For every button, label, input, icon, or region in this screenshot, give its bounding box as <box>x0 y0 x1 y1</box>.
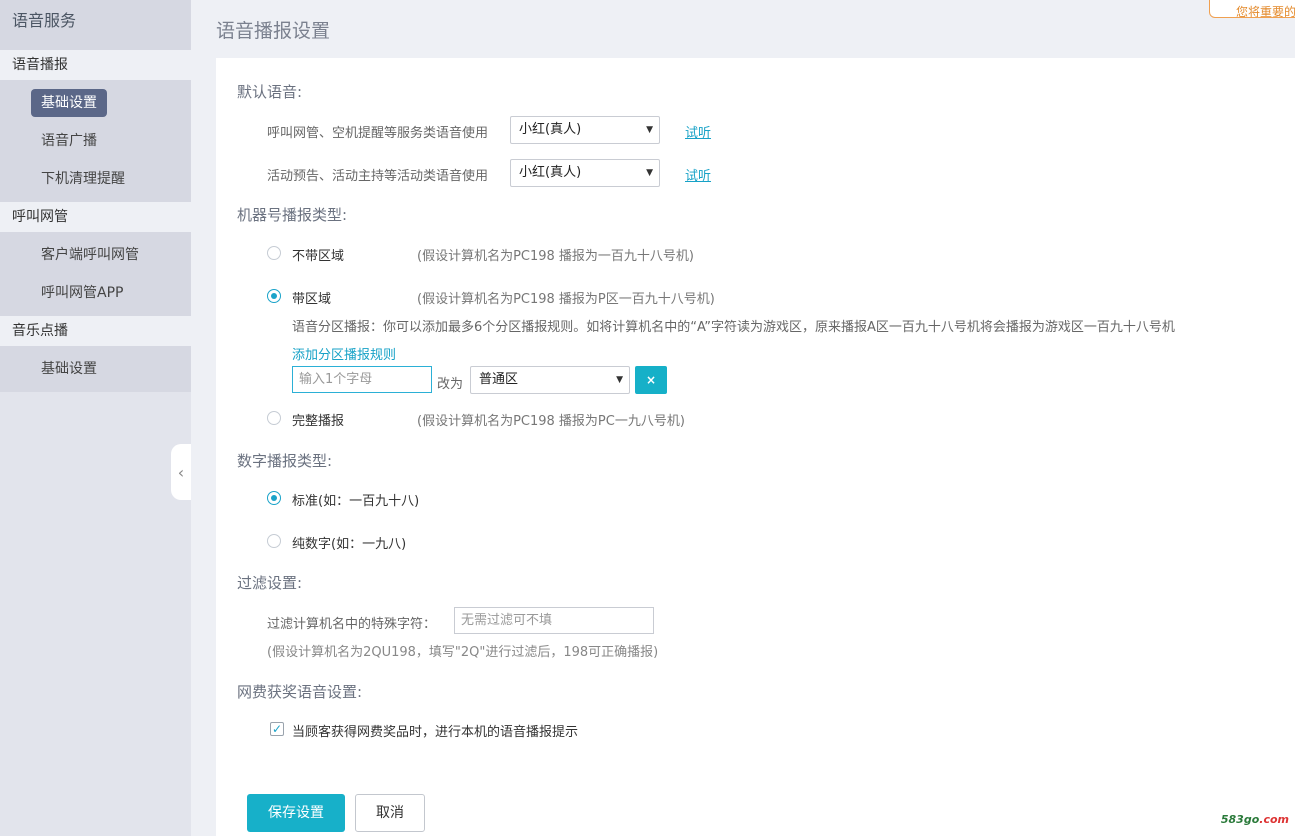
dropdown-arrow-icon: ▼ <box>646 125 653 135</box>
filter-hint: (假设计算机名为2QU198，填写"2Q"进行过滤后，198可正确播报) <box>267 645 659 660</box>
filter-label: 过滤计算机名中的特殊字符： <box>267 617 437 632</box>
sidebar-title: 语音服务 <box>0 0 191 50</box>
section-heading-default-voice: 默认语音: <box>237 83 303 101</box>
checkmark-icon: ✓ <box>271 722 283 736</box>
sidebar-group-music-on-demand[interactable]: 音乐点播 <box>0 316 191 346</box>
watermark-suffix: .com <box>1259 813 1289 826</box>
sidebar-group-call-admin[interactable]: 呼叫网管 <box>0 202 191 232</box>
zone-name-select[interactable]: 普通区 ▼ <box>470 366 630 394</box>
with-zone-note: (假设计算机名为PC198 播报为P区一百九十八号机) <box>417 292 715 307</box>
sidebar-item-voice-broadcast[interactable]: 语音广播 <box>0 122 191 160</box>
service-voice-value: 小红(真人) <box>519 122 582 137</box>
filter-placeholder: 无需过滤可不填 <box>461 613 553 628</box>
section-heading-number-type: 数字播报类型: <box>237 452 333 470</box>
cancel-button[interactable]: 取消 <box>355 794 425 832</box>
zone-name-value: 普通区 <box>479 372 519 387</box>
sidebar-item-logout-cleanup-reminder[interactable]: 下机清理提醒 <box>0 160 191 198</box>
notification-text: 您将重要的 <box>1236 5 1295 18</box>
add-zone-rule-link[interactable]: 添加分区播报规则 <box>292 344 396 363</box>
pure-digit-label[interactable]: 纯数字(如：一九八) <box>292 533 406 552</box>
sidebar-item-basic-settings[interactable]: 基础设置 <box>0 84 191 122</box>
sidebar-item-client-call-admin[interactable]: 客户端呼叫网管 <box>0 236 191 274</box>
full-broadcast-label[interactable]: 完整播报 <box>292 410 344 429</box>
page-title: 语音播报设置 <box>216 20 331 42</box>
no-zone-label[interactable]: 不带区域 <box>292 245 344 264</box>
delete-rule-button[interactable]: × <box>635 366 667 394</box>
radio-no-zone[interactable] <box>267 246 281 260</box>
activity-voice-value: 小红(真人) <box>519 165 582 180</box>
radio-standard-number[interactable] <box>267 491 281 505</box>
sidebar-item-call-admin-app[interactable]: 呼叫网管APP <box>0 274 191 312</box>
radio-with-zone[interactable] <box>267 289 281 303</box>
full-broadcast-note: (假设计算机名为PC198 播报为PC一九八号机) <box>417 414 685 429</box>
section-heading-machine-number-type: 机器号播报类型: <box>237 206 348 224</box>
activity-voice-select[interactable]: 小红(真人) ▼ <box>510 159 660 187</box>
service-voice-preview-link[interactable]: 试听 <box>685 122 711 141</box>
radio-pure-digit[interactable] <box>267 534 281 548</box>
change-to-label: 改为 <box>437 377 464 392</box>
section-heading-filter: 过滤设置: <box>237 574 303 592</box>
settings-card: 默认语音: 呼叫网管、空机提醒等服务类语音使用 小红(真人) ▼ 试听 活动预告… <box>216 58 1295 836</box>
activity-voice-label: 活动预告、活动主持等活动类语音使用 <box>267 169 489 184</box>
zone-broadcast-description: 语音分区播报：你可以添加最多6个分区播报规则。如将计算机名中的“A”字符读为游戏… <box>292 320 1175 335</box>
activity-voice-preview-link[interactable]: 试听 <box>685 165 711 184</box>
chevron-left-icon: ‹ <box>177 462 185 482</box>
radio-full-broadcast[interactable] <box>267 411 281 425</box>
dropdown-arrow-icon: ▼ <box>616 375 623 385</box>
watermark-main: 583go <box>1220 813 1260 826</box>
sidebar-group-items: 基础设置 语音广播 下机清理提醒 <box>0 80 191 202</box>
sidebar-group-items: 客户端呼叫网管 呼叫网管APP <box>0 232 191 316</box>
watermark-logo: 583go.com <box>1221 813 1289 826</box>
close-icon: × <box>645 373 657 387</box>
save-button[interactable]: 保存设置 <box>247 794 345 832</box>
prize-voice-checkbox[interactable]: ✓ <box>270 722 284 736</box>
zone-letter-input[interactable]: 输入1个字母 <box>292 366 432 393</box>
sidebar-item-music-basic-settings[interactable]: 基础设置 <box>0 350 191 388</box>
sidebar: 语音服务 语音播报 基础设置 语音广播 下机清理提醒 呼叫网管 客户端呼叫网管 … <box>0 0 191 836</box>
service-voice-select[interactable]: 小红(真人) ▼ <box>510 116 660 144</box>
with-zone-label[interactable]: 带区域 <box>292 288 331 307</box>
prize-voice-label[interactable]: 当顾客获得网费奖品时，进行本机的语音播报提示 <box>292 721 578 740</box>
sidebar-group-items: 基础设置 <box>0 346 191 392</box>
filter-characters-input[interactable]: 无需过滤可不填 <box>454 607 654 634</box>
standard-number-label[interactable]: 标准(如：一百九十八) <box>292 490 419 509</box>
zone-letter-placeholder: 输入1个字母 <box>299 372 373 387</box>
notification-popup[interactable]: 您将重要的 <box>1209 0 1295 18</box>
section-heading-prize-voice: 网费获奖语音设置: <box>237 683 363 701</box>
sidebar-item-label: 基础设置 <box>31 89 107 117</box>
sidebar-group-voice-broadcast[interactable]: 语音播报 <box>0 50 191 80</box>
collapse-sidebar-button[interactable]: ‹ <box>171 444 191 500</box>
no-zone-note: (假设计算机名为PC198 播报为一百九十八号机) <box>417 249 695 264</box>
dropdown-arrow-icon: ▼ <box>646 168 653 178</box>
service-voice-label: 呼叫网管、空机提醒等服务类语音使用 <box>267 126 489 141</box>
